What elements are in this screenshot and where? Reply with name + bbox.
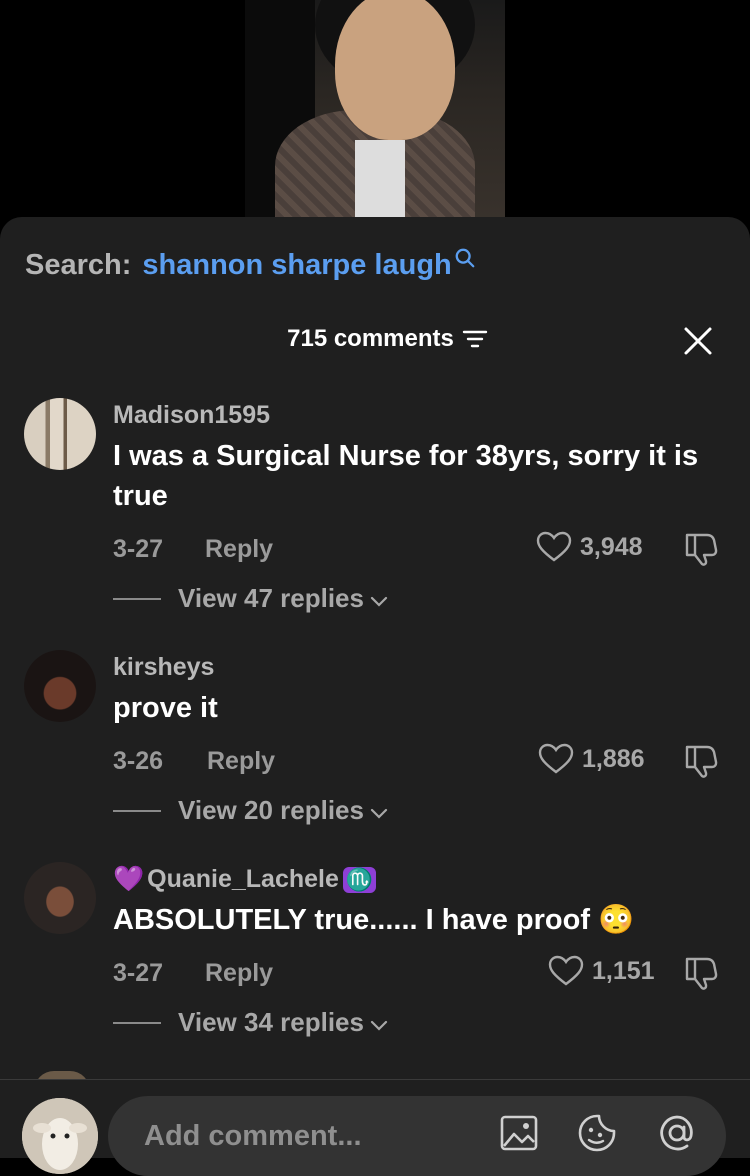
heart-icon — [548, 955, 584, 986]
comment-username[interactable]: Madison1595 — [113, 401, 270, 430]
view-replies-button[interactable]: View 34 replies — [113, 1007, 388, 1038]
comment-input[interactable] — [142, 1110, 476, 1162]
dislike-icon[interactable] — [683, 955, 719, 991]
view-replies-button[interactable]: View 20 replies — [113, 795, 388, 826]
reply-button[interactable]: Reply — [207, 747, 275, 776]
scorpio-emoji: ♏ — [342, 866, 377, 893]
divider-line — [113, 1021, 161, 1024]
like-button[interactable]: 3,948 — [536, 531, 643, 563]
comment-date: 3-26 — [113, 747, 164, 775]
dislike-icon[interactable] — [683, 743, 719, 779]
like-button[interactable]: 1,151 — [548, 955, 655, 987]
goat-avatar-icon — [22, 1098, 98, 1174]
purple-heart-emoji: 💜 — [113, 865, 145, 893]
view-replies-label: View 47 replies — [178, 583, 364, 613]
comment-date: 3-27 — [113, 959, 164, 987]
search-icon — [455, 248, 475, 267]
avatar[interactable] — [24, 398, 96, 470]
flushed-face-emoji: 😳 — [598, 904, 635, 936]
close-icon[interactable] — [682, 325, 714, 357]
view-replies-label: View 34 replies — [178, 1007, 364, 1037]
comment-date: 3-27 — [113, 535, 164, 563]
sticker-icon[interactable] — [576, 1112, 618, 1154]
reply-button[interactable]: Reply — [205, 959, 273, 988]
chevron-down-icon — [370, 808, 388, 819]
comment-text: prove it — [113, 692, 218, 724]
video-preview[interactable] — [245, 0, 505, 230]
dislike-icon[interactable] — [683, 531, 719, 567]
heart-icon — [536, 531, 572, 562]
comment-input-container[interactable] — [108, 1096, 726, 1176]
comment-item: Madison1595 I was a Surgical Nurse for 3… — [0, 398, 750, 628]
comment-item: kirsheys prove it 3-26 Reply 1,886 View … — [0, 650, 750, 880]
face-shape — [335, 0, 455, 140]
avatar[interactable] — [24, 862, 96, 934]
comment-text: I was a Surgical Nurse for 38yrs, sorry … — [113, 440, 699, 512]
search-suggestion[interactable]: Search: shannon sharpe laugh — [25, 248, 476, 282]
comment-composer-bar — [0, 1079, 750, 1176]
reply-button[interactable]: Reply — [205, 535, 273, 564]
comment-text-body: ABSOLUTELY true...... I have proof — [113, 904, 590, 936]
comment-username[interactable]: 💜 Quanie_Lachele ♏ — [113, 865, 377, 894]
chevron-down-icon — [370, 596, 388, 607]
mention-icon[interactable] — [656, 1112, 698, 1154]
like-count: 1,151 — [592, 956, 655, 985]
divider-line — [113, 809, 161, 812]
sort-filter-icon[interactable] — [462, 328, 488, 350]
like-button[interactable]: 1,886 — [538, 743, 645, 775]
search-label: Search: — [25, 249, 132, 281]
current-user-avatar[interactable] — [22, 1098, 98, 1174]
like-count: 1,886 — [582, 744, 645, 773]
search-query-link[interactable]: shannon sharpe laugh — [142, 249, 451, 282]
view-replies-button[interactable]: View 47 replies — [113, 583, 388, 614]
like-count: 3,948 — [580, 532, 643, 561]
comments-header: 715 comments — [0, 325, 750, 353]
comment-text: ABSOLUTELY true...... I have proof 😳 — [113, 900, 728, 940]
view-replies-label: View 20 replies — [178, 795, 364, 825]
username-text: Quanie_Lachele — [147, 865, 339, 893]
divider-line — [113, 597, 161, 600]
heart-icon — [538, 743, 574, 774]
chevron-down-icon — [370, 1020, 388, 1031]
comments-sheet: Search: shannon sharpe laugh 715 comment… — [0, 217, 750, 1157]
image-icon[interactable] — [498, 1112, 540, 1154]
comment-username[interactable]: kirsheys — [113, 653, 214, 682]
comments-count: 715 comments — [287, 325, 454, 352]
comment-item: 💜 Quanie_Lachele ♏ ABSOLUTELY true......… — [0, 862, 750, 1092]
avatar[interactable] — [24, 650, 96, 722]
